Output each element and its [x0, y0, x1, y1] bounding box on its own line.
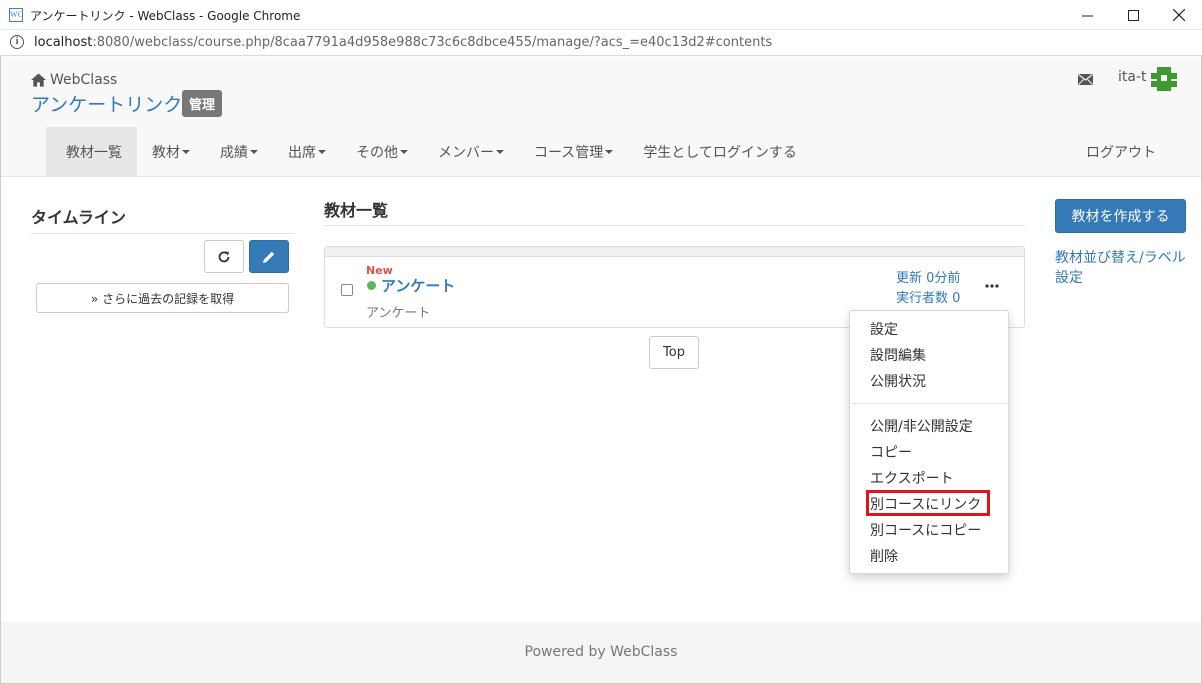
title-divider: [324, 225, 1025, 226]
menu-item-export[interactable]: エクスポート: [870, 468, 954, 488]
nav-item-label: その他: [356, 145, 398, 161]
menu-item-visibility[interactable]: 公開/非公開設定: [870, 416, 973, 436]
admin-badge: 管理: [182, 90, 223, 117]
nav-item-2[interactable]: 成績: [205, 127, 273, 177]
close-icon[interactable]: [1156, 0, 1202, 30]
nav-item-label: コース管理: [534, 145, 604, 161]
sort-label-link[interactable]: 教材並び替え/ラベル設定: [1055, 248, 1190, 288]
username[interactable]: ita-t: [1118, 69, 1147, 85]
home-link[interactable]: WebClass: [31, 72, 117, 88]
updated-link[interactable]: 更新 0分前: [896, 267, 960, 286]
menu-item-delete[interactable]: 削除: [870, 546, 898, 566]
avatar[interactable]: [1151, 67, 1177, 91]
menu-item-copy[interactable]: コピー: [870, 442, 912, 462]
material-title-link[interactable]: アンケート: [381, 275, 455, 296]
menu-item-edit-questions[interactable]: 設問編集: [870, 345, 926, 365]
create-material-button[interactable]: 教材を作成する: [1055, 199, 1186, 233]
nav-item-label: 学生としてログインする: [643, 145, 797, 161]
nav-item-label: 教材一覧: [66, 145, 122, 161]
minimize-icon[interactable]: [1064, 0, 1110, 30]
nav-item-label: 出席: [288, 145, 316, 161]
status-dot-icon: [367, 281, 376, 290]
menu-item-settings[interactable]: 設定: [870, 319, 898, 339]
select-checkbox[interactable]: [341, 284, 353, 296]
nav-item-7[interactable]: 学生としてログインする: [628, 127, 812, 177]
timeline-divider: [31, 233, 295, 234]
nav-item-4[interactable]: その他: [341, 127, 423, 177]
pencil-icon: [263, 251, 275, 263]
caret-down-icon: [318, 150, 326, 154]
timeline-title: タイムライン: [31, 208, 126, 227]
menu-divider: [851, 403, 1007, 404]
item-options-menu: 設定 設問編集 公開状況 公開/非公開設定 コピー エクスポート 別コースにリン…: [849, 310, 1009, 574]
home-label: WebClass: [50, 72, 118, 88]
site-footer: Powered by WebClass: [1, 622, 1201, 683]
window-title: アンケートリンク - WebClass - Google Chrome: [30, 9, 301, 23]
window-titlebar: WC アンケートリンク - WebClass - Google Chrome: [0, 0, 1202, 30]
nav-item-0[interactable]: 教材一覧: [46, 127, 137, 177]
menu-item-publish-status[interactable]: 公開状況: [870, 371, 926, 391]
nav-item-6[interactable]: コース管理: [519, 127, 628, 177]
home-icon: [31, 73, 46, 87]
nav-item-label: 成績: [220, 145, 248, 161]
caret-down-icon: [250, 150, 258, 154]
caret-down-icon: [496, 150, 504, 154]
more-options-icon[interactable]: [984, 281, 1000, 291]
menu-item-copy-other-course[interactable]: 別コースにコピー: [870, 520, 981, 540]
material-type: アンケート: [366, 306, 431, 321]
nav-item-3[interactable]: 出席: [273, 127, 341, 177]
caret-down-icon: [400, 150, 408, 154]
site-header: WebClass アンケートリンク 管理 ita-t 教材一覧 教材 成績 出席 その他…: [1, 57, 1201, 177]
main-nav: 教材一覧 教材 成績 出席 その他 メンバー コース管理 学生としてログインする: [46, 127, 812, 177]
course-title[interactable]: アンケートリンク: [31, 90, 182, 117]
logout-link[interactable]: ログアウト: [1071, 127, 1171, 177]
edit-button[interactable]: [249, 240, 289, 273]
caret-down-icon: [182, 150, 190, 154]
address-bar[interactable]: i localhost:8080/webclass/course.php/8ca…: [0, 30, 1202, 56]
highlight-box: [866, 490, 990, 516]
nav-item-1[interactable]: 教材: [137, 127, 205, 177]
info-icon[interactable]: i: [10, 35, 24, 49]
caret-down-icon: [605, 150, 614, 154]
maximize-icon[interactable]: [1110, 0, 1156, 30]
refresh-icon: [218, 250, 230, 262]
webclass-favicon: WC: [9, 8, 23, 22]
nav-item-label: メンバー: [438, 145, 494, 161]
load-older-button[interactable]: » さらに過去の記録を取得: [36, 283, 289, 313]
runs-link[interactable]: 実行者数 0: [896, 287, 960, 306]
panel-header: [325, 247, 1024, 257]
top-button[interactable]: Top: [649, 336, 699, 369]
mail-icon[interactable]: [1078, 74, 1093, 85]
nav-item-5[interactable]: メンバー: [423, 127, 519, 177]
page-title: 教材一覧: [324, 201, 389, 220]
footer-text: Powered by WebClass: [524, 644, 678, 660]
refresh-button[interactable]: [204, 240, 244, 273]
nav-item-label: 教材: [152, 145, 180, 161]
url-text[interactable]: localhost:8080/webclass/course.php/8caa7…: [34, 35, 772, 50]
